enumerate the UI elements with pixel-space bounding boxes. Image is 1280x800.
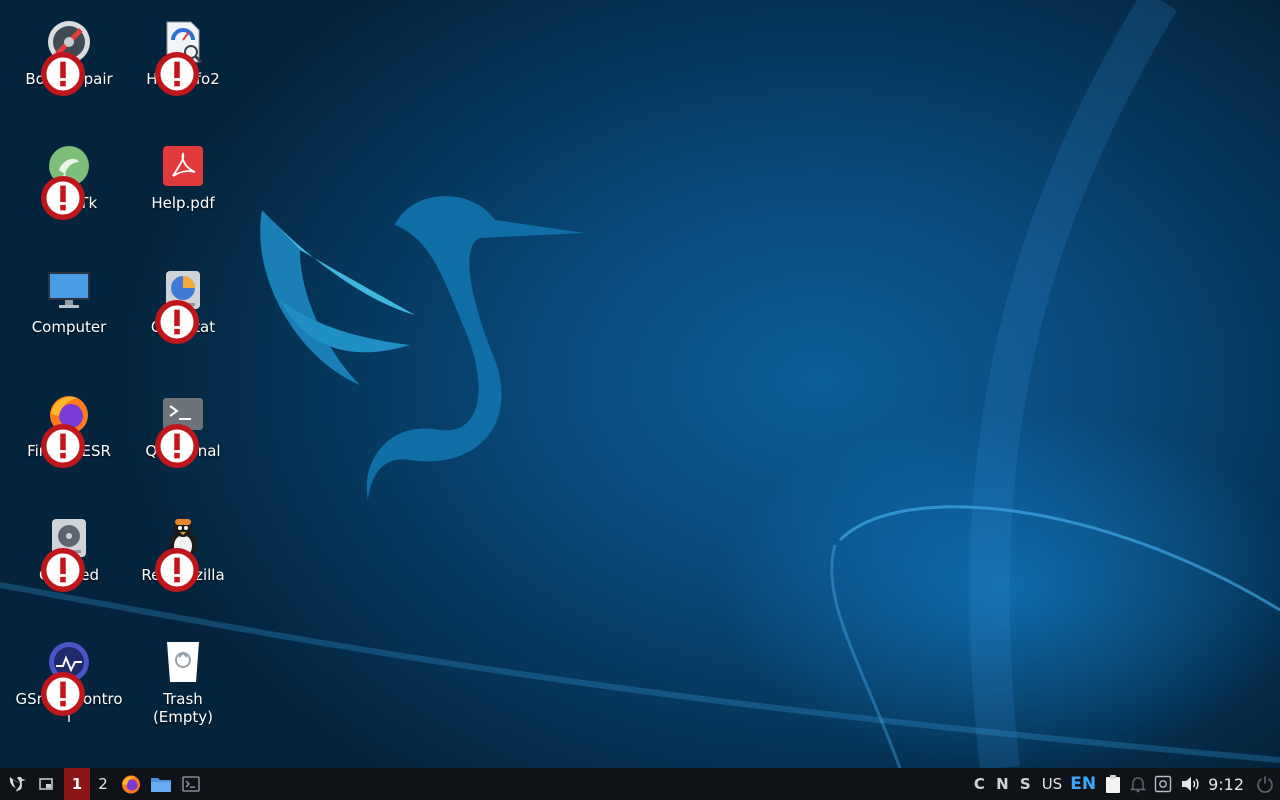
taskbar-launcher-file-manager[interactable] xyxy=(146,768,176,800)
desktop-icon-rescuezilla[interactable]: Rescuezilla xyxy=(126,496,240,592)
boot-repair-icon xyxy=(41,20,91,96)
desktop[interactable]: Boot Repair ClamTk Computer Firefox ESR … xyxy=(0,0,1280,768)
folder-icon xyxy=(151,778,171,792)
warning-badge-icon xyxy=(41,424,85,468)
warning-badge-icon xyxy=(155,300,199,344)
desktop-icon-qdirstat[interactable]: QDirStat xyxy=(126,248,240,344)
system-tray: C N S US EN 9:12 xyxy=(970,768,1280,800)
clock[interactable]: 9:12 xyxy=(1204,768,1252,800)
desktop-icon-gparted[interactable]: GParted xyxy=(12,496,126,592)
warning-badge-icon xyxy=(41,672,85,716)
rescuezilla-icon xyxy=(155,516,205,592)
clipboard-icon xyxy=(1106,775,1121,793)
desktop-icon-label: Computer xyxy=(31,318,107,336)
show-desktop-icon xyxy=(39,778,53,790)
terminal-icon xyxy=(155,392,205,468)
power-button[interactable] xyxy=(1252,768,1280,800)
gsmartcontrol-icon xyxy=(41,640,91,716)
taskbar-launcher-terminal[interactable] xyxy=(176,768,206,800)
keyboard-layout-indicator[interactable]: US xyxy=(1038,768,1067,800)
firefox-icon xyxy=(122,775,140,794)
warning-badge-icon xyxy=(41,176,85,220)
firefox-icon xyxy=(41,392,91,468)
desktop-icon-help-pdf[interactable]: Help.pdf xyxy=(126,124,240,212)
trash-icon xyxy=(161,640,205,684)
workspace-2-button[interactable]: 2 xyxy=(90,768,116,800)
desktop-icon-clamtk[interactable]: ClamTk xyxy=(12,124,126,220)
terminal-icon xyxy=(182,776,200,792)
warning-badge-icon xyxy=(41,548,85,592)
bird-logo-icon xyxy=(9,776,26,792)
clamtk-icon xyxy=(41,144,91,220)
screenshot-button[interactable] xyxy=(1150,768,1176,800)
show-desktop-button[interactable] xyxy=(32,768,60,800)
screenshot-icon xyxy=(1154,775,1172,793)
hardinfo-icon xyxy=(155,20,205,96)
warning-badge-icon xyxy=(155,548,199,592)
speaker-icon xyxy=(1182,777,1199,791)
power-icon xyxy=(1257,776,1273,793)
monitor-icon xyxy=(47,268,91,312)
gparted-icon xyxy=(41,516,91,592)
language-indicator[interactable]: EN xyxy=(1066,768,1100,800)
volume-button[interactable] xyxy=(1176,768,1204,800)
warning-badge-icon xyxy=(155,52,199,96)
pdf-icon xyxy=(161,144,205,188)
bell-icon xyxy=(1130,777,1147,793)
desktop-icon-firefox[interactable]: Firefox ESR xyxy=(12,372,126,468)
workspace-1-button[interactable]: 1 xyxy=(64,768,90,800)
desktop-icon-trash[interactable]: Trash (Empty) xyxy=(126,620,240,726)
notifications-button[interactable] xyxy=(1126,768,1150,800)
desktop-icon-label: Help.pdf xyxy=(151,194,215,212)
taskbar-launcher-firefox[interactable] xyxy=(116,768,146,800)
keyboard-lock-indicator[interactable]: C N S xyxy=(970,768,1038,800)
desktop-icon-boot-repair[interactable]: Boot Repair xyxy=(12,0,126,96)
start-menu-button[interactable] xyxy=(2,768,32,800)
desktop-icon-computer[interactable]: Computer xyxy=(12,248,126,336)
desktop-icon-qterminal[interactable]: QTerminal xyxy=(126,372,240,468)
desktop-icon-label: Trash (Empty) xyxy=(152,690,214,726)
desktop-icon-gsmartcontrol[interactable]: GSmartControl xyxy=(12,620,126,726)
desktop-icon-hardinfo2[interactable]: Hardinfo2 xyxy=(126,0,240,96)
clipboard-button[interactable] xyxy=(1100,768,1126,800)
qdirstat-icon xyxy=(155,268,205,344)
warning-badge-icon xyxy=(155,424,199,468)
warning-badge-icon xyxy=(41,52,85,96)
taskbar: 1 2 C N S US EN 9:12 xyxy=(0,768,1280,800)
